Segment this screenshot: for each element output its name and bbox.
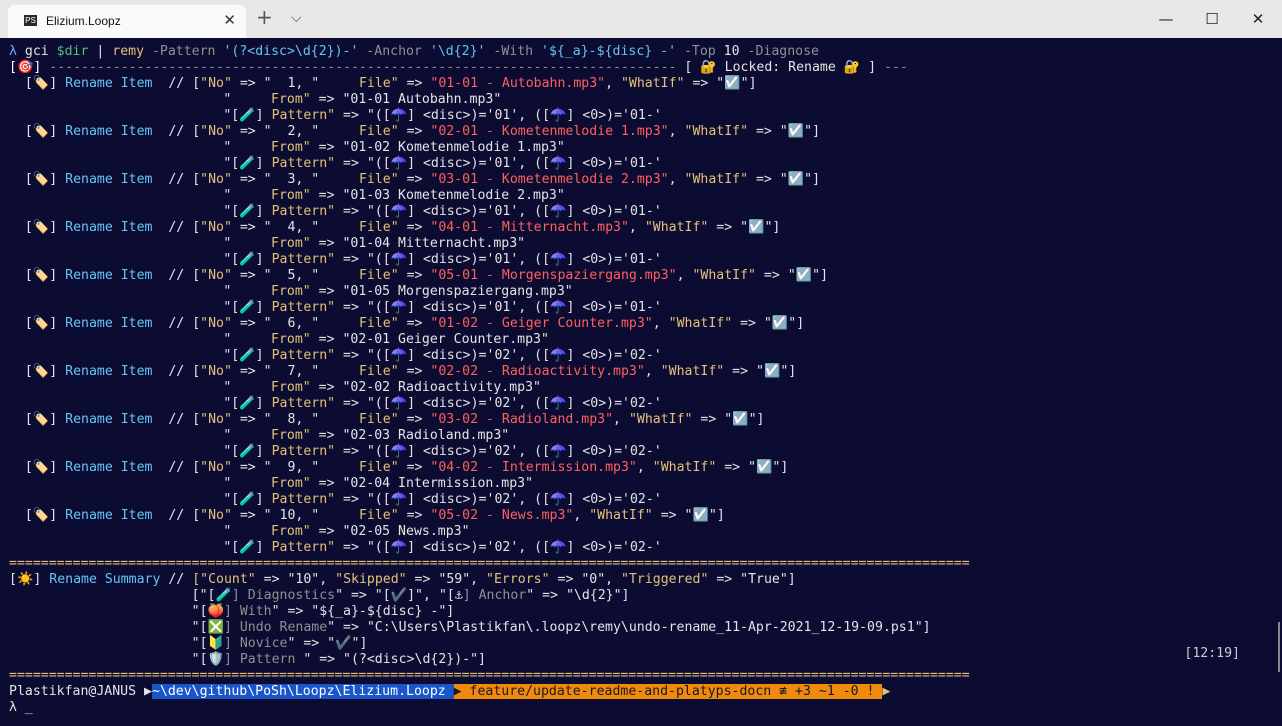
rename-item-line: [🏷️] Rename Item // ["No" => " 5, " File… — [9, 268, 829, 283]
separator-line: ========================================… — [9, 668, 970, 683]
pattern-line: "[🧪] Pattern" => "([☂️] <disc>)='02', ([… — [9, 540, 662, 555]
pattern-line: "[🧪] Pattern" => "([☂️] <disc>)='02', ([… — [9, 348, 662, 363]
from-line: " From" => "02-02 Radioactivity.mp3" — [9, 380, 541, 395]
summary-detail-line: "[❎] Undo Rename" => "C:\Users\Plastikfa… — [191, 620, 931, 635]
from-line: " From" => "02-05 News.mp3" — [9, 524, 470, 539]
from-line: " From" => "01-01 Autobahn.mp3" — [9, 92, 502, 107]
from-line: " From" => "02-04 Intermission.mp3" — [9, 476, 534, 491]
terminal-output[interactable]: λ gci $dir | remy -Pattern '(?<disc>\d{2… — [0, 38, 1282, 726]
rename-item-line: [🏷️] Rename Item // ["No" => " 6, " File… — [9, 316, 805, 331]
from-line: " From" => "02-03 Radioland.mp3" — [9, 428, 510, 443]
rename-item-line: [🏷️] Rename Item // ["No" => " 7, " File… — [9, 364, 797, 379]
tab-elizium-loopz[interactable]: PS Elizium.Loopz ✕ — [8, 5, 246, 38]
pattern-line: "[🧪] Pattern" => "([☂️] <disc>)='01', ([… — [9, 108, 662, 123]
pattern-line: "[🧪] Pattern" => "([☂️] <disc>)='02', ([… — [9, 396, 662, 411]
close-tab-icon[interactable]: ✕ — [223, 11, 236, 29]
pattern-line: "[🧪] Pattern" => "([☂️] <disc>)='02', ([… — [9, 492, 662, 507]
from-line: " From" => "01-03 Kometenmelodie 2.mp3" — [9, 188, 565, 203]
summary-detail-line: "[🍑] With" => "${_a}-${disc} -"] — [191, 604, 455, 619]
minimize-button[interactable]: — — [1143, 0, 1189, 38]
maximize-button[interactable]: ☐ — [1189, 0, 1235, 38]
rename-item-line: [🏷️] Rename Item // ["No" => " 8, " File… — [9, 412, 765, 427]
summary-detail-line: ["[🧪] Diagnostics" => "[✔️]", "[⚓] Ancho… — [191, 588, 630, 603]
clock: [12:19] — [1184, 646, 1240, 661]
scrollbar[interactable] — [1278, 622, 1280, 672]
rename-item-line: [🏷️] Rename Item // ["No" => " 9, " File… — [9, 460, 789, 475]
pattern-line: "[🧪] Pattern" => "([☂️] <disc>)='01', ([… — [9, 300, 662, 315]
command-line: λ gci $dir | remy -Pattern '(?<disc>\d{2… — [9, 44, 819, 59]
from-line: " From" => "01-04 Mitternacht.mp3" — [9, 236, 526, 251]
header-line: [🎯] ------------------------------------… — [9, 60, 908, 75]
summary-line: [☀️] Rename Summary // ["Count" => "10",… — [9, 572, 796, 587]
separator-line: ========================================… — [9, 556, 970, 571]
dropdown-chevron-icon[interactable]: ⌵ — [291, 10, 302, 26]
pattern-line: "[🧪] Pattern" => "([☂️] <disc>)='01', ([… — [9, 156, 662, 171]
rename-item-line: [🏷️] Rename Item // ["No" => " 10, " Fil… — [9, 508, 725, 523]
rename-item-line: [🏷️] Rename Item // ["No" => " 2, " File… — [9, 124, 821, 139]
pattern-line: "[🧪] Pattern" => "([☂️] <disc>)='02', ([… — [9, 444, 662, 459]
tab-title: Elizium.Loopz — [46, 14, 121, 28]
from-line: " From" => "01-02 Kometenmelodie 1.mp3" — [9, 140, 565, 155]
powershell-icon: PS — [24, 15, 37, 26]
rename-item-line: [🏷️] Rename Item // ["No" => " 1, " File… — [9, 76, 757, 91]
title-bar: PS Elizium.Loopz ✕ + ⌵ — ☐ ✕ — [0, 0, 1282, 38]
summary-detail-line: "[🔰] Novice" => "✔️"] — [191, 636, 368, 651]
cursor-line: λ _ — [9, 700, 33, 715]
new-tab-button[interactable]: + — [256, 5, 273, 29]
pattern-line: "[🧪] Pattern" => "([☂️] <disc>)='01', ([… — [9, 204, 662, 219]
from-line: " From" => "01-05 Morgenspaziergang.mp3" — [9, 284, 573, 299]
prompt-status-line: Plastikfan@JANUS ▶~\dev\github\PoSh\Loop… — [9, 684, 891, 699]
summary-detail-line: "[🛡️] Pattern " => "(?<disc>\d{2})-"] — [191, 652, 486, 667]
rename-item-line: [🏷️] Rename Item // ["No" => " 3, " File… — [9, 172, 821, 187]
rename-item-line: [🏷️] Rename Item // ["No" => " 4, " File… — [9, 220, 781, 235]
pattern-line: "[🧪] Pattern" => "([☂️] <disc>)='01', ([… — [9, 252, 662, 267]
from-line: " From" => "02-01 Geiger Counter.mp3" — [9, 332, 549, 347]
close-window-button[interactable]: ✕ — [1235, 0, 1281, 38]
